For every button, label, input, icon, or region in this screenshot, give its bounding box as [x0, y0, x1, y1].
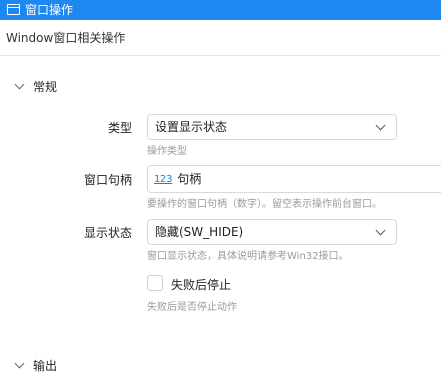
window-title: 窗口操作	[25, 3, 74, 17]
section-output-label: 输出	[33, 358, 58, 373]
stop-on-fail-checkbox[interactable]	[147, 275, 163, 291]
handle-hint: 要操作的窗口句柄（数字）。留空表示操作前台窗口。	[147, 199, 382, 210]
page-subtitle: Window窗口相关操作	[6, 31, 126, 45]
section-general-label: 常规	[33, 79, 58, 94]
chevron-down-icon	[14, 79, 25, 89]
type-select-value: 设置显示状态	[155, 120, 228, 134]
show-state-hint: 窗口显示状态，具体说明请参考Win32接口。	[147, 251, 349, 262]
number-type-icon: 123	[154, 174, 173, 185]
stop-on-fail-label[interactable]: 失败后停止	[171, 276, 231, 293]
handle-input-value: 句柄	[177, 172, 202, 186]
chevron-down-icon	[375, 225, 386, 236]
chevron-down-icon	[14, 358, 25, 368]
window-icon	[7, 4, 20, 15]
title-bar: 窗口操作	[0, 0, 441, 20]
section-general-header[interactable]: 常规	[14, 77, 57, 95]
stop-on-fail-hint: 失败后是否停止动作	[147, 302, 237, 313]
divider	[0, 55, 441, 56]
type-select[interactable]: 设置显示状态	[147, 114, 397, 140]
show-state-select-value: 隐藏(SW_HIDE)	[155, 225, 244, 239]
handle-label: 窗口句柄	[83, 173, 132, 187]
type-hint: 操作类型	[147, 146, 187, 157]
show-state-label: 显示状态	[83, 226, 132, 240]
show-state-select[interactable]: 隐藏(SW_HIDE)	[147, 219, 397, 245]
section-output-header[interactable]: 输出	[14, 356, 57, 374]
chevron-down-icon	[375, 120, 386, 131]
handle-input[interactable]: 123 句柄	[147, 165, 441, 193]
type-label: 类型	[107, 121, 132, 135]
